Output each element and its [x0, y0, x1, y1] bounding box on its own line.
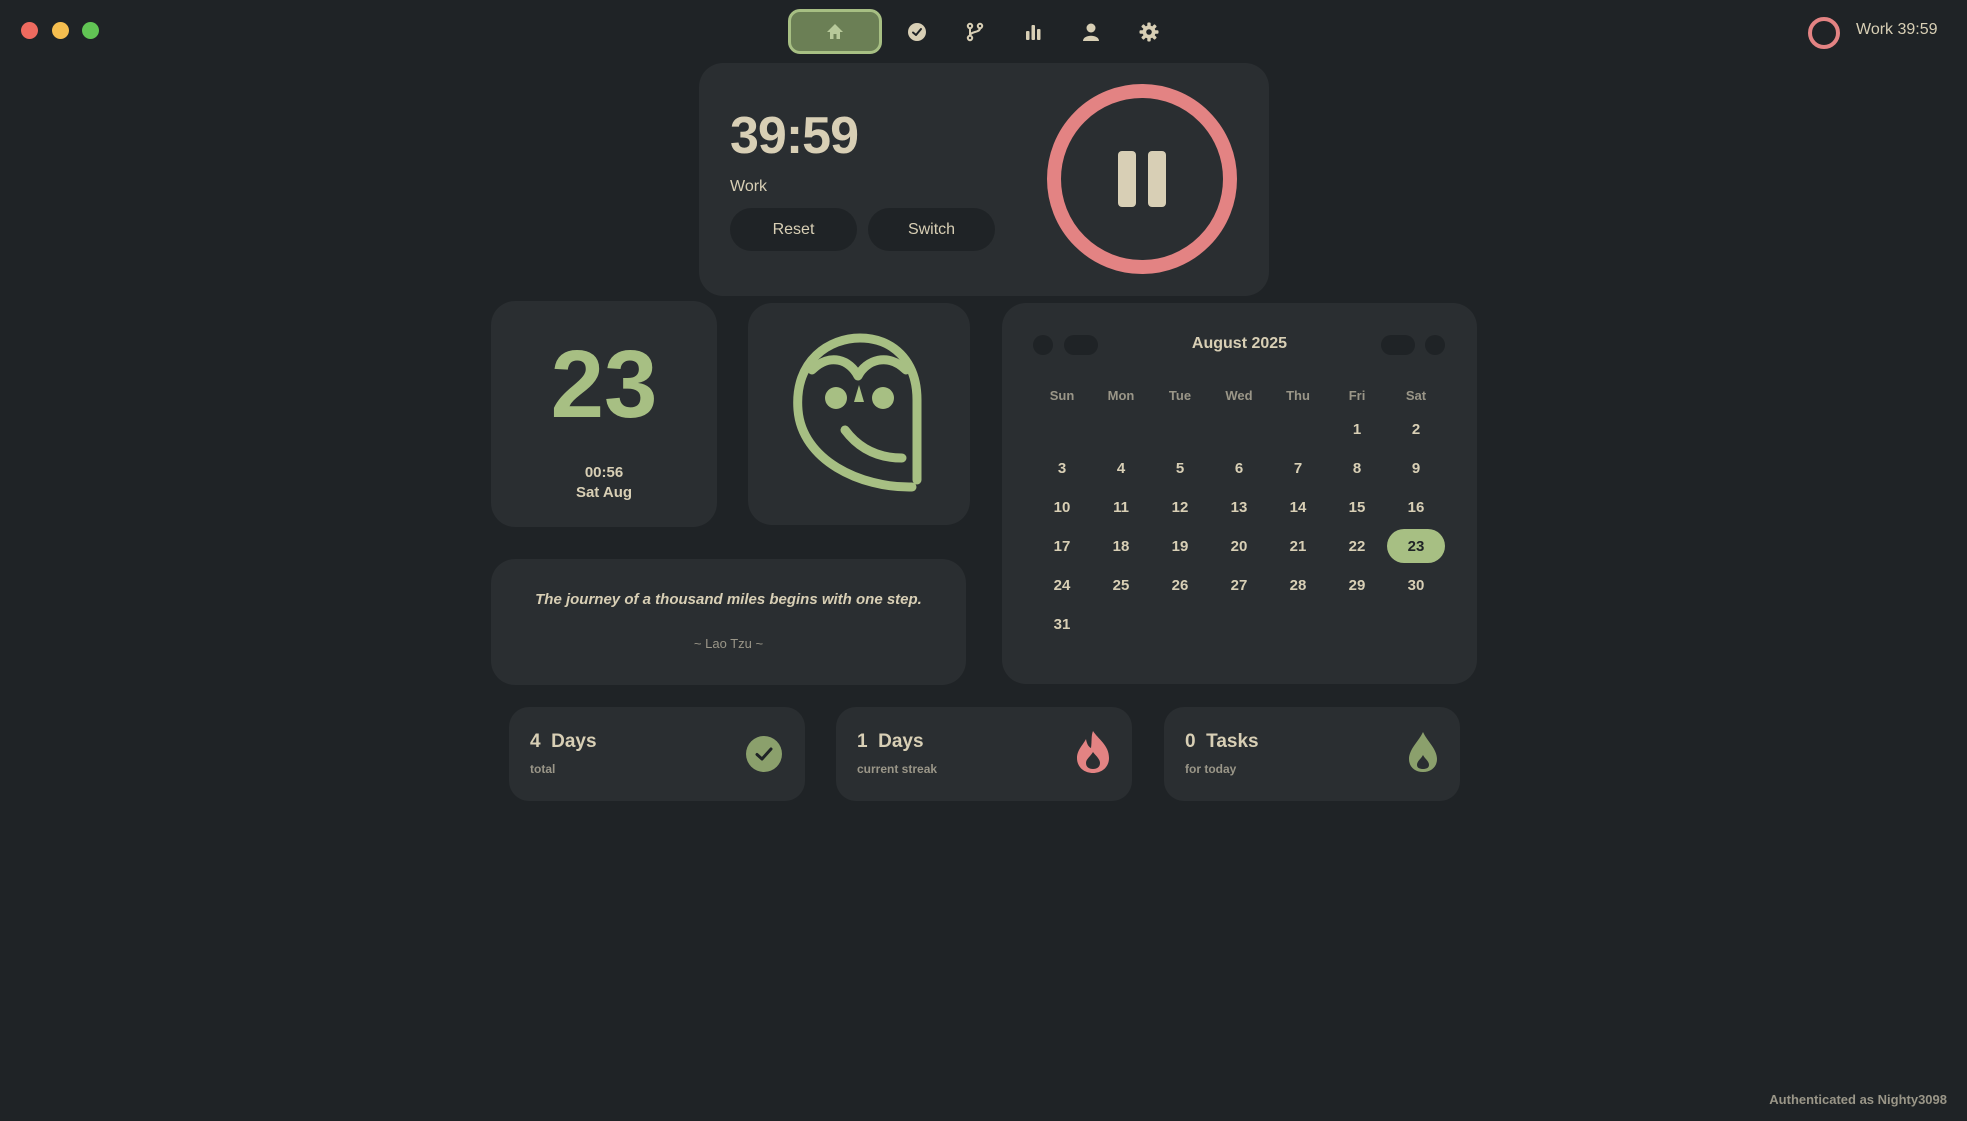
switch-button[interactable]: Switch: [868, 208, 995, 251]
check-circle-icon: [908, 23, 926, 41]
calendar-day[interactable]: 4: [1092, 451, 1150, 485]
calendar-day[interactable]: 10: [1033, 490, 1091, 524]
timer-mode: Work: [730, 178, 768, 195]
gear-icon: [1139, 22, 1159, 42]
calendar-day[interactable]: 24: [1033, 568, 1091, 602]
nav-branches-button[interactable]: [959, 16, 991, 48]
date-day: 23: [550, 331, 658, 438]
calendar-day[interactable]: 29: [1328, 568, 1386, 602]
nav-settings-button[interactable]: [1133, 16, 1165, 48]
calendar-title: August 2025: [1191, 335, 1288, 352]
calendar-day[interactable]: 19: [1151, 529, 1209, 563]
calendar-day[interactable]: 13: [1210, 490, 1268, 524]
pause-button[interactable]: [1047, 84, 1237, 274]
calendar-day[interactable]: 22: [1328, 529, 1386, 563]
status-ring-icon: [1808, 17, 1840, 49]
stat-streak-label: current streak: [857, 762, 938, 776]
status-text: Work 39:59: [1856, 21, 1938, 38]
timer-time: 39:59: [730, 107, 859, 165]
calendar-day[interactable]: 25: [1092, 568, 1150, 602]
calendar-weekday-fri: Fri: [1348, 388, 1366, 403]
window-close-button[interactable]: [21, 22, 38, 39]
calendar-day[interactable]: 12: [1151, 490, 1209, 524]
stat-card-tasks: 0 Tasks for today: [1164, 707, 1460, 801]
calendar-day[interactable]: 3: [1033, 451, 1091, 485]
calendar-weekday-wed: Wed: [1225, 388, 1253, 403]
user-icon: [1083, 23, 1099, 41]
stat-tasks-value: 0 Tasks: [1185, 731, 1259, 752]
nav-profile-button[interactable]: [1075, 16, 1107, 48]
stat-total-label: total: [530, 762, 556, 776]
date-weekday-month: Sat Aug: [575, 484, 633, 501]
calendar-day[interactable]: 2: [1387, 412, 1445, 446]
quote-author: ~ Lao Tzu ~: [693, 636, 764, 651]
stat-tasks-label: for today: [1185, 762, 1237, 776]
calendar-day[interactable]: 6: [1210, 451, 1268, 485]
quote-text: The journey of a thousand miles begins w…: [535, 591, 922, 608]
calendar-weekday-sun: Sun: [1049, 388, 1075, 403]
stat-card-streak: 1 Days current streak: [836, 707, 1132, 801]
nav-home-button[interactable]: [788, 9, 882, 54]
calendar-day[interactable]: 7: [1269, 451, 1327, 485]
flame-icon: [1077, 731, 1109, 773]
nav-tasks-button[interactable]: [901, 16, 933, 48]
calendar-weekday-tue: Tue: [1168, 388, 1192, 403]
quote-card: [491, 559, 966, 685]
calendar-day[interactable]: 14: [1269, 490, 1327, 524]
calendar-weekday-thu: Thu: [1286, 388, 1310, 403]
stat-total-value: 4 Days: [530, 731, 597, 752]
date-time: 00:56: [584, 464, 624, 481]
calendar-day[interactable]: 1: [1328, 412, 1386, 446]
pause-icon-bar-left: [1118, 151, 1136, 207]
calendar-day[interactable]: 30: [1387, 568, 1445, 602]
drop-flame-icon: [1409, 732, 1437, 772]
calendar-day[interactable]: 28: [1269, 568, 1327, 602]
stat-streak-value: 1 Days: [857, 731, 924, 752]
nav-stats-button[interactable]: [1017, 16, 1049, 48]
calendar-day[interactable]: 21: [1269, 529, 1327, 563]
stat-card-total: 4 Days total: [509, 707, 805, 801]
calendar-day[interactable]: 17: [1033, 529, 1091, 563]
calendar-day[interactable]: 18: [1092, 529, 1150, 563]
reset-button[interactable]: Reset: [730, 208, 857, 251]
calendar-day[interactable]: 20: [1210, 529, 1268, 563]
calendar-day[interactable]: 9: [1387, 451, 1445, 485]
owl-logo-icon: [793, 333, 922, 492]
window-maximize-button[interactable]: [82, 22, 99, 39]
bar-chart-icon: [1026, 25, 1041, 40]
calendar-weekday-mon: Mon: [1107, 388, 1135, 403]
calendar-day[interactable]: 27: [1210, 568, 1268, 602]
calendar-weekday-sat: Sat: [1405, 388, 1427, 403]
auth-status: Authenticated as Nighty3098: [1769, 1092, 1947, 1107]
home-icon: [827, 23, 843, 39]
calendar-day-today[interactable]: 23: [1387, 529, 1445, 563]
calendar-day[interactable]: 16: [1387, 490, 1445, 524]
calendar-day[interactable]: 15: [1328, 490, 1386, 524]
calendar-day[interactable]: 26: [1151, 568, 1209, 602]
calendar-day[interactable]: 5: [1151, 451, 1209, 485]
calendar-day[interactable]: 8: [1328, 451, 1386, 485]
window-minimize-button[interactable]: [52, 22, 69, 39]
check-circle-icon: [746, 736, 782, 772]
calendar-day[interactable]: 11: [1092, 490, 1150, 524]
pause-icon-bar-right: [1148, 151, 1166, 207]
git-branch-icon: [966, 22, 984, 42]
calendar-day[interactable]: 31: [1033, 607, 1091, 641]
